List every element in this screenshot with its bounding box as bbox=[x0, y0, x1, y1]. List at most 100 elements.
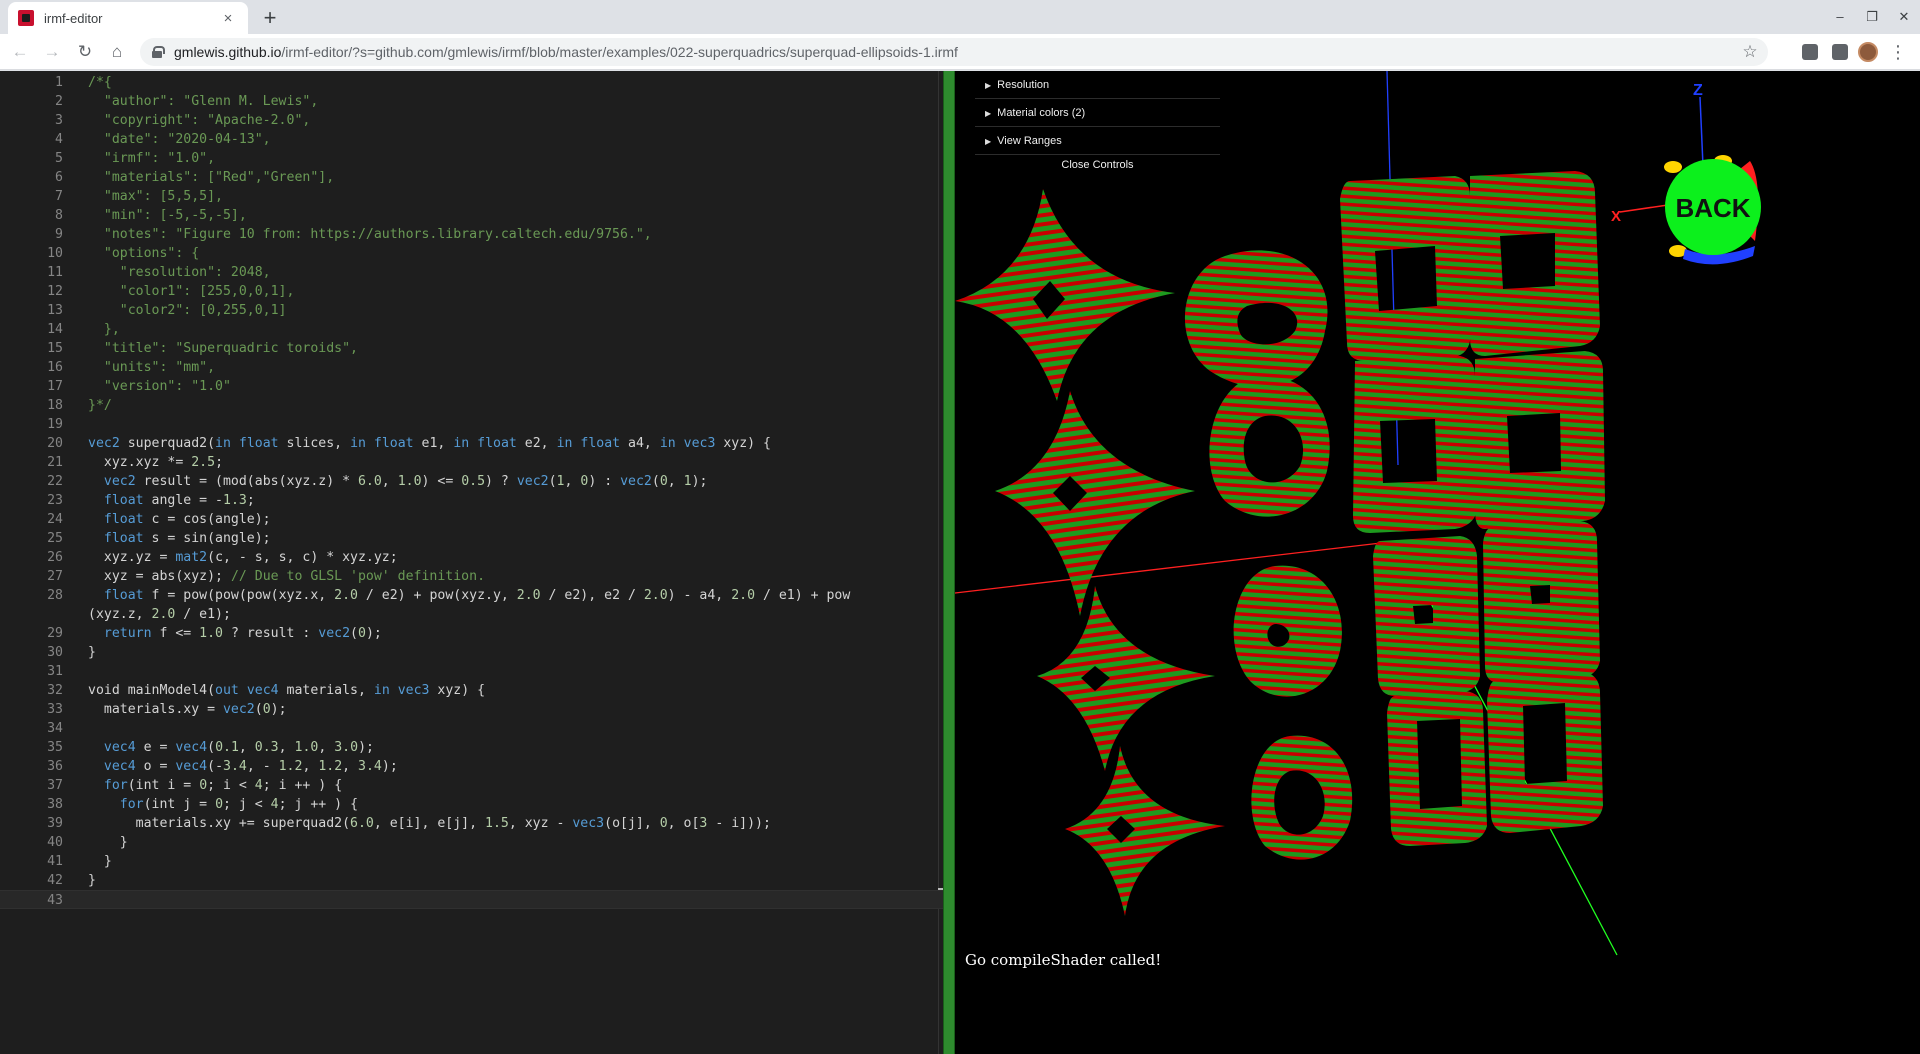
code-line[interactable]: 3 "copyright": "Apache-2.0", bbox=[0, 111, 943, 130]
render-canvas[interactable]: Z X BACK bbox=[955, 71, 1920, 1054]
code-line[interactable]: 30} bbox=[0, 643, 943, 662]
line-number: 33 bbox=[47, 702, 63, 717]
code-line[interactable]: 24 float c = cos(angle); bbox=[0, 510, 943, 529]
code-token: "max": [5,5,5], bbox=[88, 189, 223, 204]
code-line[interactable]: 8 "min": [-5,-5,-5], bbox=[0, 206, 943, 225]
code-line[interactable]: 42} bbox=[0, 871, 943, 890]
code-line[interactable]: 17 "version": "1.0" bbox=[0, 377, 943, 396]
code-line[interactable]: 43 bbox=[0, 890, 943, 909]
code-token: 3.4 bbox=[223, 759, 247, 774]
superquadric-shape bbox=[1353, 356, 1477, 533]
code-token: 1.5 bbox=[485, 816, 509, 831]
extension-icon[interactable] bbox=[1832, 44, 1848, 60]
code-token: (o[j], bbox=[604, 816, 660, 831]
code-token: ( bbox=[548, 474, 557, 489]
code-line[interactable]: 33 materials.xy = vec2(0); bbox=[0, 700, 943, 719]
code-line[interactable]: 18}*/ bbox=[0, 396, 943, 415]
reload-button[interactable]: ↻ bbox=[73, 40, 97, 64]
code-line[interactable]: 29 return f <= 1.0 ? result : vec2(0); bbox=[0, 624, 943, 643]
code-line[interactable]: 14 }, bbox=[0, 320, 943, 339]
code-line[interactable]: 37 for(int i = 0; i < 4; i ++ ) { bbox=[0, 776, 943, 795]
profile-avatar[interactable] bbox=[1858, 42, 1878, 62]
line-content: for(int i = 0; i < 4; i ++ ) { bbox=[88, 776, 908, 795]
folder-material-colors[interactable]: ▶ Material colors (2) bbox=[975, 99, 1220, 127]
code-token: (- bbox=[207, 759, 224, 774]
minimize-button[interactable]: – bbox=[1824, 0, 1856, 34]
line-content: "version": "1.0" bbox=[88, 377, 908, 396]
code-line[interactable]: 9 "notes": "Figure 10 from: https://auth… bbox=[0, 225, 943, 244]
code-line[interactable]: 41 } bbox=[0, 852, 943, 871]
code-line[interactable]: 40 } bbox=[0, 833, 943, 852]
code-line[interactable]: 26 xyz.yz = mat2(c, - s, s, c) * xyz.yz; bbox=[0, 548, 943, 567]
code-lines[interactable]: 1/*{2 "author": "Glenn M. Lewis", 3 "copy… bbox=[0, 73, 943, 909]
code-editor[interactable]: 1/*{2 "author": "Glenn M. Lewis", 3 "copy… bbox=[0, 71, 943, 1054]
close-controls-button[interactable]: Close Controls bbox=[975, 155, 1220, 175]
code-line[interactable]: 25 float s = sin(angle); bbox=[0, 529, 943, 548]
folder-resolution[interactable]: ▶ Resolution bbox=[975, 71, 1220, 99]
code-line[interactable]: 27 xyz = abs(xyz); // Due to GLSL 'pow' … bbox=[0, 567, 943, 586]
code-line[interactable]: 10 "options": { bbox=[0, 244, 943, 263]
code-line[interactable]: 15 "title": "Superquadric toroids", bbox=[0, 339, 943, 358]
code-line[interactable]: 2 "author": "Glenn M. Lewis", bbox=[0, 92, 943, 111]
code-line[interactable]: 16 "units": "mm", bbox=[0, 358, 943, 377]
code-token: materials.xy += superquad2( bbox=[88, 816, 351, 831]
line-content: "copyright": "Apache-2.0", bbox=[88, 111, 908, 130]
url-host: gmlewis.github.io bbox=[174, 44, 282, 60]
code-line[interactable]: 35 vec4 e = vec4(0.1, 0.3, 1.0, 3.0); bbox=[0, 738, 943, 757]
3d-viewport[interactable]: Z X BACK ▶ Resolution ▶ Material colors (2… bbox=[955, 71, 1920, 1054]
tab-close-icon[interactable]: × bbox=[218, 10, 238, 27]
code-token: float bbox=[103, 512, 144, 527]
line-content bbox=[88, 719, 908, 738]
code-line[interactable]: 7 "max": [5,5,5], bbox=[0, 187, 943, 206]
code-line[interactable]: 5 "irmf": "1.0", bbox=[0, 149, 943, 168]
browser-tab[interactable]: irmf-editor × bbox=[8, 2, 248, 34]
code-token: slices, bbox=[278, 436, 351, 451]
bookmark-star-icon[interactable]: ☆ bbox=[1740, 42, 1760, 62]
line-number: 7 bbox=[55, 189, 63, 204]
code-line[interactable]: 21 xyz.xyz *= 2.5; bbox=[0, 453, 943, 472]
extension-icon[interactable] bbox=[1802, 44, 1818, 60]
code-token: vec4 bbox=[175, 740, 208, 755]
superquadric-shape bbox=[1251, 735, 1353, 860]
code-line[interactable]: 1 /*{ bbox=[0, 73, 943, 92]
code-line[interactable]: 38 for(int j = 0; j < 4; j ++ ) { bbox=[0, 795, 943, 814]
code-line[interactable]: 22 vec2 result = (mod(abs(xyz.z) * 6.0, … bbox=[0, 472, 943, 491]
code-token: xyz = abs(xyz); bbox=[88, 569, 231, 584]
close-window-button[interactable]: ✕ bbox=[1888, 0, 1920, 34]
line-content: /*{ bbox=[88, 73, 908, 92]
code-line[interactable]: 36 vec4 o = vec4(-3.4, - 1.2, 1.2, 3.4); bbox=[0, 757, 943, 776]
code-line[interactable]: 12 "color1": [255,0,0,1], bbox=[0, 282, 943, 301]
window-controls: – ❐ ✕ bbox=[1824, 0, 1920, 34]
new-tab-button[interactable]: + bbox=[257, 6, 283, 32]
code-line[interactable]: 23 float angle = -1.3; bbox=[0, 491, 943, 510]
code-line[interactable]: 39 materials.xy += superquad2(6.0, e[i],… bbox=[0, 814, 943, 833]
home-button[interactable]: ⌂ bbox=[105, 40, 129, 64]
pane-splitter[interactable] bbox=[943, 71, 955, 1054]
browser-menu-icon[interactable]: ⋮ bbox=[1888, 41, 1908, 63]
line-number: 34 bbox=[47, 721, 63, 736]
code-line[interactable]: 20 vec2 superquad2(in float slices, in fl… bbox=[0, 434, 943, 453]
address-bar[interactable]: gmlewis.github.io/irmf-editor/?s=github.… bbox=[140, 38, 1768, 66]
view-cube[interactable]: Z X BACK bbox=[1611, 82, 1761, 265]
caret-right-icon: ▶ bbox=[985, 81, 992, 90]
code-line[interactable]: 31 bbox=[0, 662, 943, 681]
code-line[interactable]: 28 float f = pow(pow(pow(xyz.x, 2.0 / e2… bbox=[0, 586, 943, 624]
line-number: 5 bbox=[55, 151, 63, 166]
code-line[interactable]: 6 "materials": ["Red","Green"], bbox=[0, 168, 943, 187]
restore-button[interactable]: ❐ bbox=[1856, 0, 1888, 34]
folder-view-ranges[interactable]: ▶ View Ranges bbox=[975, 127, 1220, 155]
line-number: 16 bbox=[47, 360, 63, 375]
code-token: return bbox=[103, 626, 152, 641]
line-content bbox=[88, 662, 908, 681]
code-line[interactable]: 32 void mainModel4(out vec4 materials, in… bbox=[0, 681, 943, 700]
back-button[interactable]: ← bbox=[8, 40, 32, 64]
code-line[interactable]: 4 "date": "2020-04-13", bbox=[0, 130, 943, 149]
forward-button[interactable]: → bbox=[40, 40, 64, 64]
code-line[interactable]: 13 "color2": [0,255,0,1] bbox=[0, 301, 943, 320]
code-line[interactable]: 34 bbox=[0, 719, 943, 738]
code-line[interactable]: 11 "resolution": 2048, bbox=[0, 263, 943, 282]
code-line[interactable]: 19 bbox=[0, 415, 943, 434]
